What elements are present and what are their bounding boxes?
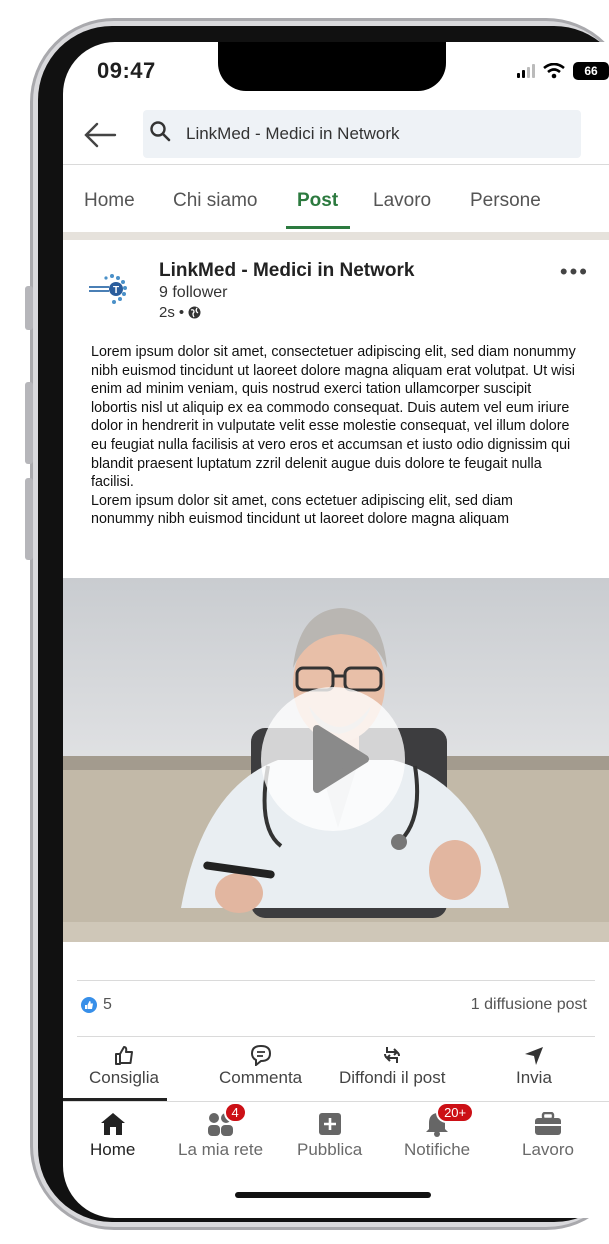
commenta-label: Commenta bbox=[219, 1068, 303, 1087]
nav-lavoro-label: Lavoro bbox=[522, 1140, 574, 1159]
header-divider bbox=[63, 164, 609, 165]
post-body: Lorem ipsum dolor sit amet, consectetuer… bbox=[91, 343, 577, 529]
diffondi-button[interactable]: Diffondi il post bbox=[339, 1044, 445, 1088]
section-separator bbox=[63, 232, 609, 240]
thumbs-up-icon bbox=[114, 1046, 133, 1065]
nav-notifiche[interactable]: 20+ Notifiche bbox=[404, 1102, 475, 1160]
bottom-nav: Home 4 La mia rete Pubblica 20+ Notifich… bbox=[63, 1102, 609, 1166]
back-arrow-icon[interactable] bbox=[83, 120, 117, 150]
network-icon: 4 bbox=[206, 1102, 247, 1140]
bell-icon: 20+ bbox=[424, 1102, 475, 1140]
more-options-icon[interactable]: ••• bbox=[560, 259, 589, 285]
nav-home-label: Home bbox=[90, 1140, 136, 1159]
nav-pubblica-label: Pubblica bbox=[297, 1140, 363, 1159]
post-video[interactable] bbox=[63, 578, 609, 942]
active-tab-indicator bbox=[286, 226, 350, 229]
signal-icon bbox=[517, 64, 535, 78]
plus-icon bbox=[318, 1108, 342, 1140]
home-icon bbox=[100, 1108, 126, 1140]
actions-divider bbox=[77, 1036, 595, 1037]
search-row: LinkMed - Medici in Network bbox=[63, 108, 609, 164]
follower-count: 9 follower bbox=[159, 284, 228, 301]
diffondi-label: Diffondi il post bbox=[339, 1068, 446, 1087]
post-meta: 2s • bbox=[159, 304, 201, 321]
network-badge: 4 bbox=[223, 1102, 247, 1123]
post-paragraph: Lorem ipsum dolor sit amet, consectetuer… bbox=[91, 344, 576, 491]
nav-la-mia-rete[interactable]: 4 La mia rete bbox=[178, 1102, 264, 1160]
briefcase-icon bbox=[534, 1108, 562, 1140]
post-paragraph: Lorem ipsum dolor sit amet, cons ectetue… bbox=[91, 492, 513, 528]
battery-icon: 66 bbox=[573, 62, 609, 80]
nav-lavoro[interactable]: Lavoro bbox=[522, 1108, 574, 1160]
post-actions: Consiglia Commenta Diffondi il post Invi… bbox=[63, 1044, 609, 1096]
post-time: 2s bbox=[159, 304, 175, 321]
send-icon bbox=[524, 1047, 543, 1065]
commenta-button[interactable]: Commenta bbox=[219, 1044, 302, 1088]
notch bbox=[218, 42, 446, 91]
like-reaction-icon bbox=[81, 997, 97, 1013]
tab-lavoro[interactable]: Lavoro bbox=[373, 190, 431, 212]
consiglia-label: Consiglia bbox=[89, 1068, 159, 1087]
video-divider bbox=[77, 980, 595, 981]
tab-post[interactable]: Post bbox=[297, 190, 338, 212]
invia-button[interactable]: Invia bbox=[516, 1044, 552, 1088]
tab-persone[interactable]: Persone bbox=[470, 190, 541, 212]
nav-pubblica[interactable]: Pubblica bbox=[297, 1108, 362, 1160]
status-icons: 66 bbox=[517, 62, 609, 80]
company-logo[interactable]: T bbox=[88, 272, 130, 308]
repost-icon bbox=[384, 1047, 401, 1063]
page-tabs: Home Chi siamo Post Lavoro Persone bbox=[63, 182, 609, 230]
shares-count[interactable]: 1 diffusione post bbox=[471, 996, 587, 1014]
globe-icon bbox=[188, 306, 201, 319]
volume-down-button bbox=[25, 478, 33, 560]
invia-label: Invia bbox=[516, 1068, 552, 1087]
post-author[interactable]: LinkMed - Medici in Network bbox=[159, 260, 414, 282]
search-value: LinkMed - Medici in Network bbox=[186, 124, 400, 143]
notifications-badge: 20+ bbox=[436, 1102, 475, 1123]
nav-home[interactable]: Home bbox=[90, 1108, 135, 1160]
search-input[interactable]: LinkMed - Medici in Network bbox=[143, 110, 581, 158]
status-time: 09:47 bbox=[97, 58, 156, 83]
meta-dot: • bbox=[178, 304, 185, 321]
reactions-summary[interactable]: 5 bbox=[81, 996, 112, 1014]
nav-notifiche-label: Notifiche bbox=[404, 1140, 471, 1159]
tab-chi-siamo[interactable]: Chi siamo bbox=[173, 190, 257, 212]
nav-la-mia-rete-label: La mia rete bbox=[178, 1140, 264, 1159]
nav-divider bbox=[63, 1101, 609, 1102]
mute-switch bbox=[25, 286, 33, 330]
search-icon bbox=[150, 121, 171, 142]
comment-icon bbox=[250, 1044, 271, 1066]
volume-up-button bbox=[25, 382, 33, 464]
tab-home[interactable]: Home bbox=[84, 190, 135, 212]
svg-text:T: T bbox=[113, 285, 119, 296]
wifi-icon bbox=[543, 63, 565, 79]
phone-screen: 09:47 66 LinkMed - Medici in Network Hom… bbox=[63, 42, 609, 1218]
play-button[interactable] bbox=[261, 687, 405, 831]
play-icon bbox=[313, 725, 369, 793]
reactions-count: 5 bbox=[103, 996, 112, 1013]
home-indicator[interactable] bbox=[235, 1192, 431, 1198]
consiglia-button[interactable]: Consiglia bbox=[89, 1044, 159, 1088]
